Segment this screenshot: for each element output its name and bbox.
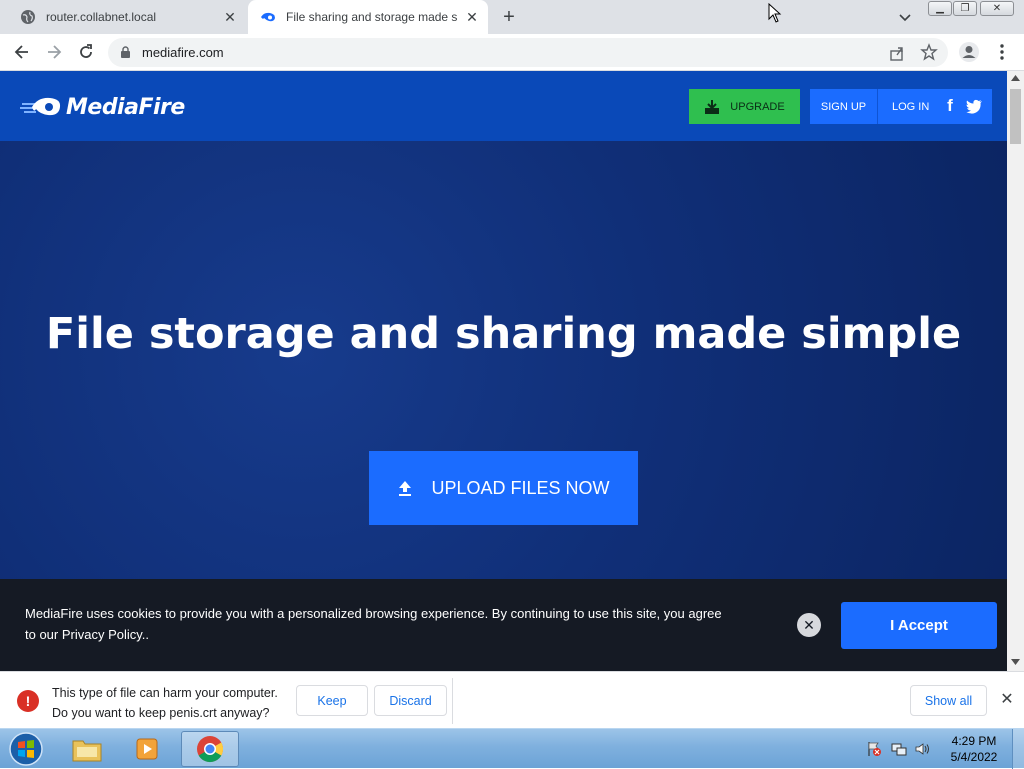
folder-icon [72,740,102,762]
taskbar-explorer[interactable] [58,731,116,767]
system-clock[interactable]: 4:29 PM 5/4/2022 [942,733,1006,765]
volume-icon[interactable] [914,741,930,757]
taskbar-media-player[interactable] [118,731,176,767]
warning-icon: ! [17,690,39,712]
url-text: mediafire.com [142,45,224,60]
chrome-icon [197,736,224,763]
accept-label: I Accept [890,617,948,634]
address-bar[interactable]: mediafire.com [108,38,948,67]
accept-cookies-button[interactable]: I Accept [841,602,997,649]
web-page: MediaFire UPGRADE SIGN UP LOG IN f File … [0,71,1007,671]
restore-button[interactable]: ❐ [953,1,977,16]
back-arrow-icon[interactable] [12,42,32,62]
discard-label: Discard [389,693,432,708]
page-scrollbar[interactable] [1007,71,1024,671]
chevron-down-icon[interactable] [896,8,914,26]
upload-arrow-icon [399,481,412,496]
clock-date: 5/4/2022 [950,750,998,764]
scroll-down-arrow-icon[interactable] [1011,659,1020,665]
download-warning: This type of file can harm your computer… [52,683,278,723]
mediafire-flame-icon [20,97,61,116]
scroll-up-arrow-icon[interactable] [1011,75,1020,81]
tab-close-icon[interactable]: ✕ [222,9,238,25]
mediafire-favicon-icon [261,12,275,22]
share-icon[interactable] [888,44,906,62]
site-header: MediaFire UPGRADE SIGN UP LOG IN f [0,71,1007,141]
tab-strip: router.collabnet.local ✕ File sharing an… [0,0,1024,34]
upgrade-label: UPGRADE [730,100,785,113]
keep-label: Keep [317,693,347,708]
upload-label: UPLOAD FILES NOW [431,477,610,498]
show-all-button[interactable]: Show all [910,685,987,716]
tab-close-icon[interactable]: ✕ [464,9,480,25]
hero-title: File storage and sharing made simple [45,309,962,359]
tab-title: File sharing and storage made simple [286,10,458,24]
download-bar: ! This type of file can harm your comput… [0,671,1024,728]
tab-title: router.collabnet.local [46,10,157,24]
upgrade-download-icon [705,99,720,114]
close-icon[interactable]: ✕ [998,690,1016,708]
scroll-thumb[interactable] [1010,89,1021,144]
tab-mediafire[interactable]: File sharing and storage made simple ✕ [248,0,488,34]
tab-router[interactable]: router.collabnet.local ✕ [8,0,246,34]
window-close-button[interactable]: ✕ [980,1,1014,16]
reload-icon[interactable] [76,42,96,62]
media-player-icon [136,738,158,760]
kebab-menu-icon[interactable] [995,42,1009,62]
windows-orb-icon [9,732,43,766]
lock-icon[interactable] [120,46,131,59]
flag-alert-icon[interactable] [866,741,882,757]
mouse-cursor-icon [768,3,782,23]
cookie-close-icon[interactable]: ✕ [797,613,821,637]
windows-taskbar: 4:29 PM 5/4/2022 [0,728,1024,769]
mediafire-logo[interactable]: MediaFire [20,91,185,123]
facebook-icon[interactable]: f [941,96,959,115]
start-button[interactable] [0,731,52,767]
discard-button[interactable]: Discard [374,685,447,716]
profile-avatar-icon[interactable] [958,41,980,63]
browser-toolbar: mediafire.com [0,34,1024,71]
sign-up-label: SIGN UP [820,100,867,113]
upload-files-button[interactable]: UPLOAD FILES NOW [369,451,638,525]
log-in-label: LOG IN [892,100,930,113]
cookie-message: MediaFire uses cookies to provide you wi… [25,606,722,642]
globe-icon [21,10,35,24]
sign-up-button[interactable]: SIGN UP [810,89,877,124]
forward-arrow-icon[interactable] [44,42,64,62]
divider [452,678,453,724]
cookie-banner: MediaFire uses cookies to provide you wi… [0,579,1007,671]
bookmark-star-icon[interactable] [920,43,938,61]
upgrade-button[interactable]: UPGRADE [689,89,800,124]
minimize-button[interactable]: ▁ [928,1,952,16]
warning-line-2: Do you want to keep penis.crt anyway? [52,706,270,720]
warning-line-1: This type of file can harm your computer… [52,686,278,700]
twitter-icon[interactable] [965,97,983,115]
log-in-button[interactable]: LOG IN f [877,89,992,124]
clock-time: 4:29 PM [951,734,997,748]
new-tab-icon[interactable]: + [498,6,520,28]
taskbar-chrome[interactable] [181,731,239,767]
logo-text: MediaFire [66,94,185,120]
show-all-label: Show all [924,693,973,708]
show-desktop-button[interactable] [1012,729,1024,769]
network-icon[interactable] [891,741,907,757]
keep-button[interactable]: Keep [296,685,368,716]
